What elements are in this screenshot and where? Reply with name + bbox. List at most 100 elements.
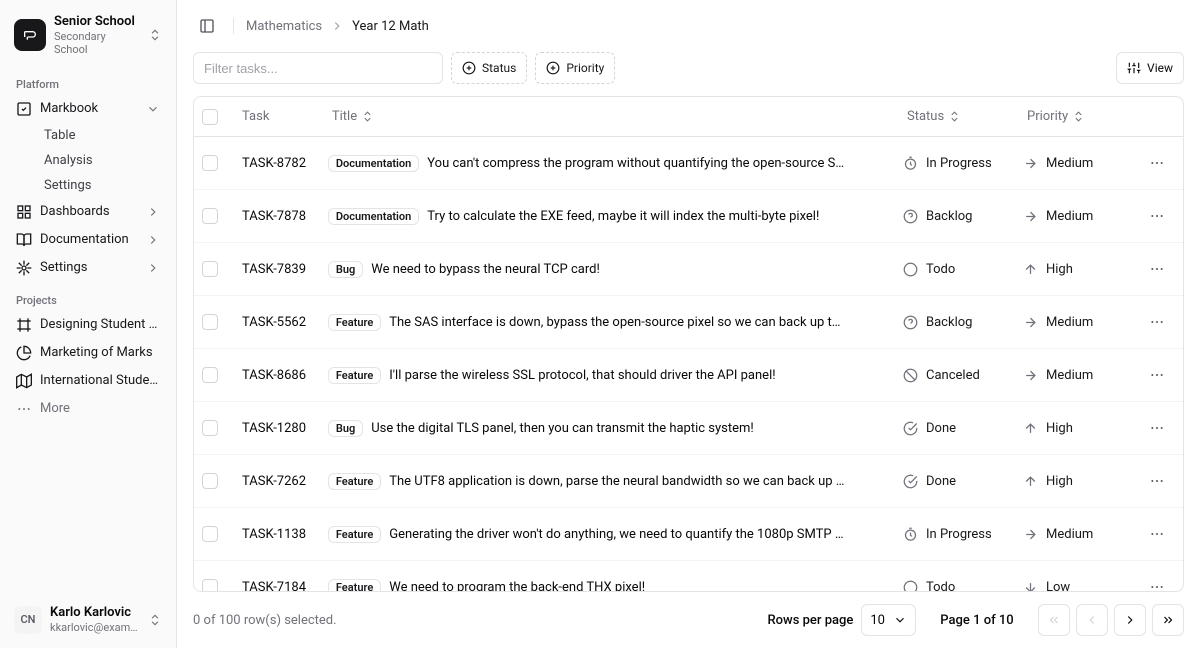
row-checkbox[interactable] <box>202 367 218 383</box>
sliders-icon <box>1127 61 1141 75</box>
status-text: Canceled <box>926 368 980 383</box>
rows-per-page-select[interactable]: 10 <box>861 604 916 636</box>
row-actions-button[interactable] <box>1143 308 1171 336</box>
sidebar-item-settings[interactable]: Settings <box>36 173 168 198</box>
sidebar-item-more[interactable]: More <box>8 395 168 423</box>
column-title[interactable]: Title <box>320 97 895 137</box>
row-actions-button[interactable] <box>1143 467 1171 495</box>
next-page-button[interactable] <box>1114 604 1146 636</box>
sidebar-item-analysis[interactable]: Analysis <box>36 148 168 173</box>
priority-icon <box>1023 209 1038 224</box>
sidebar-item-markbook[interactable]: Markbook <box>8 95 168 123</box>
sidebar-item-project-0[interactable]: Designing Student Success <box>8 311 168 339</box>
documentation-icon <box>16 232 32 248</box>
sidebar-item-settings-main[interactable]: Settings <box>8 254 168 282</box>
priority-text: Medium <box>1046 156 1093 171</box>
platform-label: Platform <box>8 70 168 95</box>
dashboards-icon <box>16 204 32 220</box>
school-subtitle: Secondary School <box>54 30 140 56</box>
status-text: Todo <box>926 262 955 277</box>
task-label: Feature <box>328 526 381 543</box>
status-icon <box>903 474 918 489</box>
priority-text: Low <box>1046 580 1070 593</box>
status-text: Todo <box>926 580 955 593</box>
breadcrumb-parent[interactable]: Mathematics <box>246 19 322 34</box>
column-priority[interactable]: Priority <box>1015 97 1135 137</box>
row-actions-button[interactable] <box>1143 520 1171 548</box>
chevrons-up-down-icon <box>148 613 162 627</box>
priority-icon <box>1023 527 1038 542</box>
status-icon <box>903 262 918 277</box>
sidebar-item-table[interactable]: Table <box>36 123 168 148</box>
plus-circle-icon <box>462 61 476 75</box>
school-icon <box>14 19 46 51</box>
status-filter-button[interactable]: Status <box>451 52 527 84</box>
row-actions-button[interactable] <box>1143 255 1171 283</box>
task-title: The UTF8 application is down, parse the … <box>389 474 844 489</box>
task-label: Bug <box>328 261 363 278</box>
last-page-button[interactable] <box>1152 604 1184 636</box>
chevron-right-icon <box>146 205 160 219</box>
priority-icon <box>1023 315 1038 330</box>
task-label: Feature <box>328 579 381 593</box>
status-text: Backlog <box>926 209 972 224</box>
task-id: TASK-5562 <box>234 296 320 349</box>
task-title: Generating the driver won't do anything,… <box>389 527 843 542</box>
separator <box>233 18 234 34</box>
breadcrumb-current: Year 12 Math <box>352 19 429 34</box>
sidebar-item-project-1[interactable]: Marketing of Marks <box>8 339 168 367</box>
status-text: Done <box>926 421 956 436</box>
priority-text: High <box>1046 474 1073 489</box>
row-actions-button[interactable] <box>1143 414 1171 442</box>
user-name: Karlo Karlovic <box>50 605 140 621</box>
task-label: Feature <box>328 473 381 490</box>
projects-label: Projects <box>8 286 168 311</box>
row-actions-button[interactable] <box>1143 361 1171 389</box>
avatar: CN <box>14 606 42 634</box>
sidebar-item-documentation[interactable]: Documentation <box>8 226 168 254</box>
view-button[interactable]: View <box>1116 52 1184 84</box>
user-switcher[interactable]: CN Karlo Karlovic kkarlovic@example.com <box>8 599 168 640</box>
task-label: Documentation <box>328 155 419 172</box>
page-info: Page 1 of 10 <box>932 613 1022 628</box>
column-task: Task <box>234 97 320 137</box>
priority-icon <box>1023 368 1038 383</box>
row-checkbox[interactable] <box>202 579 218 592</box>
status-icon <box>903 156 918 171</box>
school-switcher[interactable]: Senior School Secondary School <box>8 8 168 62</box>
select-all-checkbox[interactable] <box>202 109 218 125</box>
first-page-button[interactable] <box>1038 604 1070 636</box>
row-actions-button[interactable] <box>1143 149 1171 177</box>
column-status[interactable]: Status <box>895 97 1015 137</box>
table-row: TASK-8782DocumentationYou can't compress… <box>194 137 1183 190</box>
status-icon <box>903 315 918 330</box>
row-actions-button[interactable] <box>1143 202 1171 230</box>
row-checkbox[interactable] <box>202 473 218 489</box>
status-text: In Progress <box>926 527 992 542</box>
status-icon <box>903 580 918 593</box>
task-label: Feature <box>328 367 381 384</box>
status-icon <box>903 421 918 436</box>
row-checkbox[interactable] <box>202 261 218 277</box>
row-checkbox[interactable] <box>202 420 218 436</box>
row-checkbox[interactable] <box>202 208 218 224</box>
row-checkbox[interactable] <box>202 155 218 171</box>
task-title: I'll parse the wireless SSL protocol, th… <box>389 368 775 383</box>
sidebar-item-dashboards[interactable]: Dashboards <box>8 198 168 226</box>
status-text: Backlog <box>926 315 972 330</box>
priority-icon <box>1023 421 1038 436</box>
prev-page-button[interactable] <box>1076 604 1108 636</box>
row-checkbox[interactable] <box>202 314 218 330</box>
filter-input[interactable] <box>193 52 443 84</box>
task-id: TASK-1280 <box>234 402 320 455</box>
priority-text: Medium <box>1046 209 1093 224</box>
row-actions-button[interactable] <box>1143 573 1171 592</box>
row-checkbox[interactable] <box>202 526 218 542</box>
sidebar-toggle-button[interactable] <box>193 12 221 40</box>
task-id: TASK-8782 <box>234 137 320 190</box>
table-row: TASK-1280BugUse the digital TLS panel, t… <box>194 402 1183 455</box>
priority-filter-button[interactable]: Priority <box>535 52 615 84</box>
priority-text: Medium <box>1046 368 1093 383</box>
sidebar-item-project-2[interactable]: International Students <box>8 367 168 395</box>
task-title: We need to program the back-end THX pixe… <box>389 580 645 593</box>
